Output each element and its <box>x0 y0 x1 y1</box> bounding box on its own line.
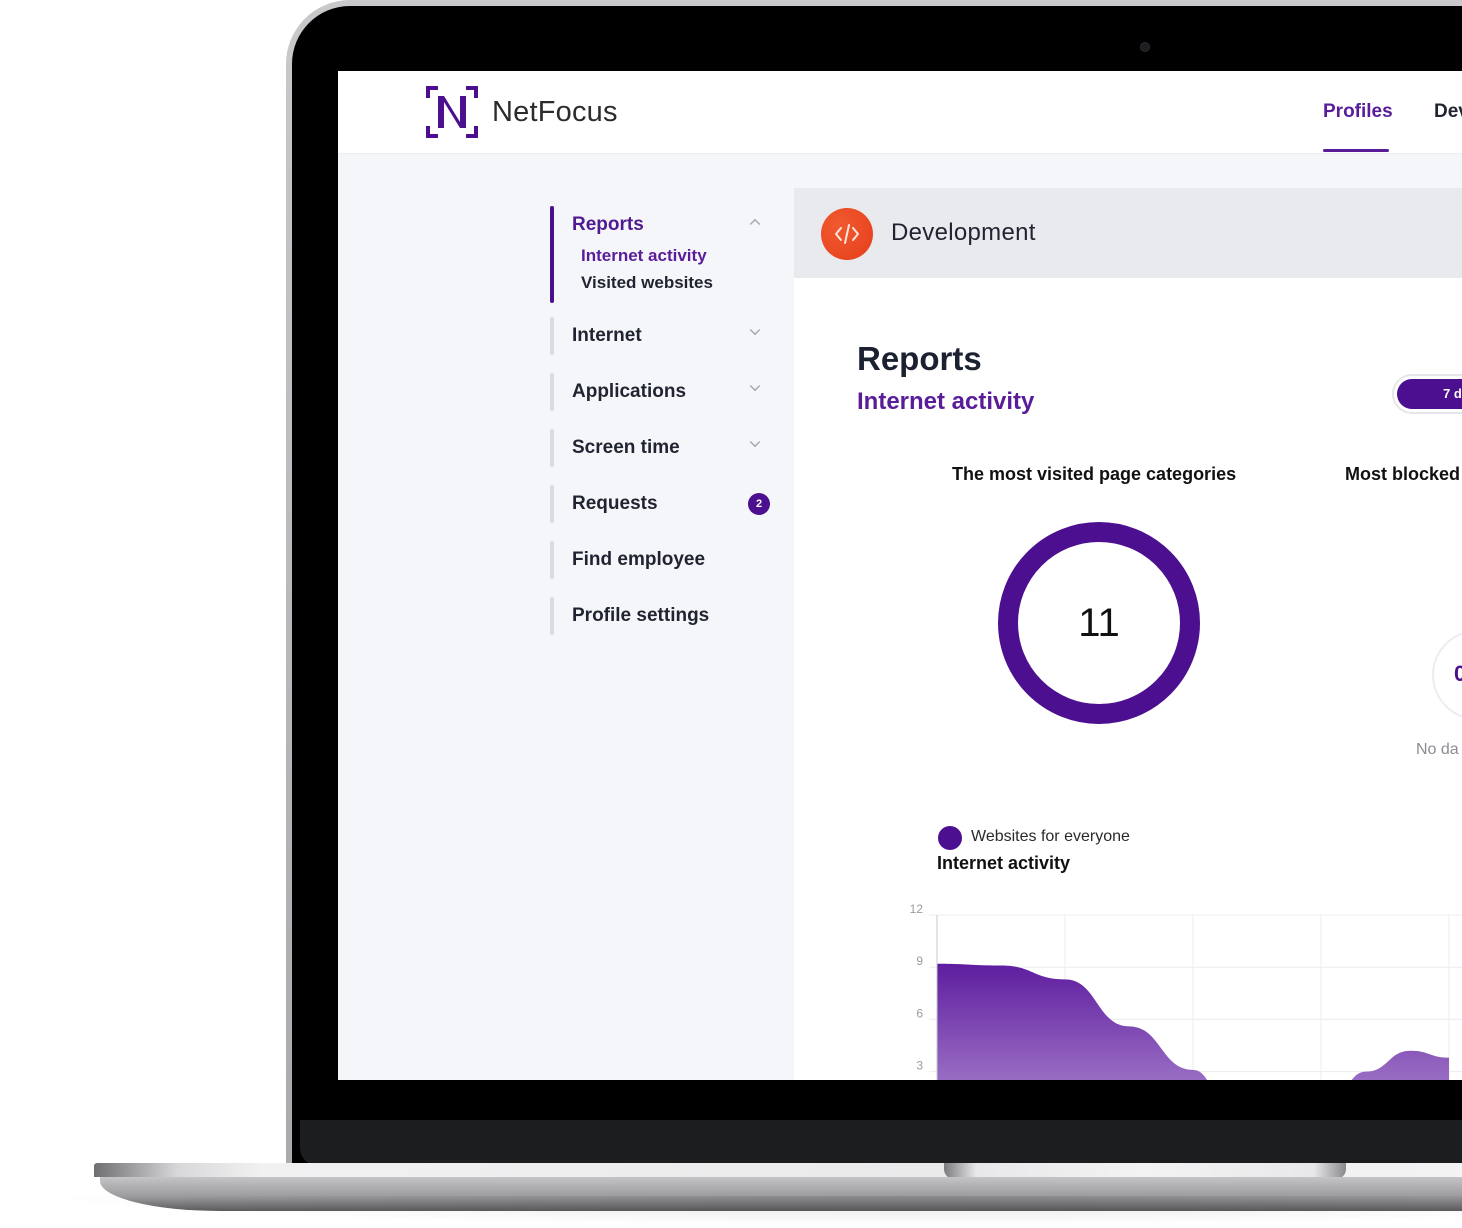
y-tick-label: 12 <box>910 902 924 916</box>
sidebar-item-bar <box>550 317 554 355</box>
tab-profiles[interactable]: Profiles <box>1323 101 1393 123</box>
top-bar: NetFocus Profiles Dev <box>338 71 1462 153</box>
bezel-chin <box>300 1120 1462 1166</box>
camera <box>1140 42 1150 52</box>
sidebar-item-bar <box>550 541 554 579</box>
main-panel: Development Reports Internet activity 7 … <box>794 188 1462 1080</box>
requests-count-badge: 2 <box>748 493 770 515</box>
y-tick-label: 3 <box>916 1059 923 1073</box>
sidebar-group-profile-settings[interactable]: Profile settings <box>550 597 770 635</box>
sidebar-item-bar <box>550 429 554 467</box>
app-screen: NetFocus Profiles Dev Reports Internet a… <box>338 71 1462 1080</box>
active-tab-indicator <box>1323 149 1389 152</box>
tab-devices[interactable]: Dev <box>1434 101 1462 123</box>
sidebar-group-requests[interactable]: Requests 2 <box>550 485 770 523</box>
sidebar-group-applications[interactable]: Applications <box>550 373 770 411</box>
sidebar-item-bar <box>550 597 554 635</box>
sidebar-group-internet[interactable]: Internet <box>550 317 770 355</box>
sidebar: Reports Internet activity Visited websit… <box>550 206 770 635</box>
laptop-shadow <box>40 1196 1462 1226</box>
sidebar-item-bar <box>550 373 554 411</box>
brand-name: NetFocus <box>492 96 618 128</box>
sidebar-subitem-visited-websites[interactable]: Visited websites <box>572 269 770 296</box>
sidebar-item-internet[interactable]: Internet <box>572 323 770 349</box>
sidebar-subitem-internet-activity[interactable]: Internet activity <box>572 242 770 269</box>
sidebar-item-find-employee[interactable]: Find employee <box>572 547 770 573</box>
y-tick-label: 9 <box>916 954 923 968</box>
sidebar-item-screen-time[interactable]: Screen time <box>572 435 770 461</box>
internet-activity-area-chart: 12 9 6 3 <box>910 902 1462 1080</box>
sidebar-item-requests[interactable]: Requests <box>572 491 770 517</box>
sidebar-item-bar <box>550 485 554 523</box>
sidebar-group-find-employee[interactable]: Find employee <box>550 541 770 579</box>
sidebar-item-applications[interactable]: Applications <box>572 379 770 405</box>
y-tick-label: 6 <box>916 1006 923 1020</box>
sidebar-item-reports[interactable]: Reports <box>572 212 770 238</box>
sidebar-active-indicator <box>550 206 554 303</box>
sidebar-group-reports: Reports Internet activity Visited websit… <box>550 206 770 303</box>
sidebar-item-profile-settings[interactable]: Profile settings <box>572 603 770 629</box>
sidebar-group-screen-time[interactable]: Screen time <box>550 429 770 467</box>
logo-icon <box>426 86 478 138</box>
